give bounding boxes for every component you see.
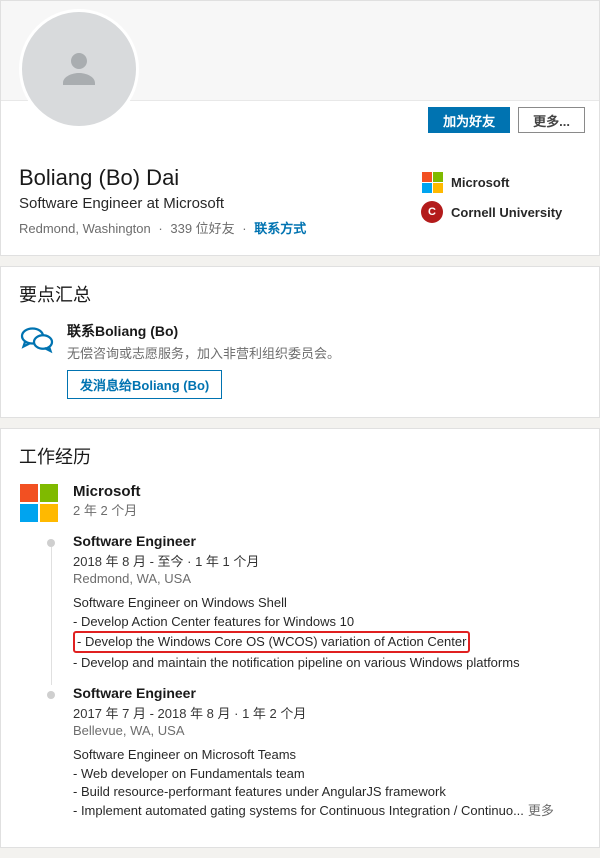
add-friend-button[interactable]: 加为好友 <box>428 107 510 133</box>
profile-location: Redmond, Washington <box>19 221 151 236</box>
role-title: Software Engineer <box>73 533 581 549</box>
microsoft-logo-icon <box>421 171 443 193</box>
highlighted-line: - Develop the Windows Core OS (WCOS) var… <box>73 631 470 653</box>
role-description: Software Engineer on Microsoft Teams- We… <box>73 746 581 819</box>
highlight-title: 联系Boliang (Bo) <box>67 321 340 341</box>
role-line: - Develop the Windows Core OS (WCOS) var… <box>73 631 581 653</box>
role-title: Software Engineer <box>73 685 581 701</box>
cornell-logo-icon: C <box>421 201 443 223</box>
profile-orgs: Microsoft C Cornell University <box>421 143 581 237</box>
role-location: Redmond, WA, USA <box>73 571 581 586</box>
profile-card: 加为好友 更多... Boliang (Bo) Dai Software Eng… <box>0 0 600 256</box>
section-title: 要点汇总 <box>19 281 581 307</box>
org-microsoft[interactable]: Microsoft <box>421 171 581 193</box>
profile-headline: Software Engineer at Microsoft <box>19 195 421 212</box>
profile-name: Boliang (Bo) Dai <box>19 165 421 191</box>
role-line: - Web developer on Fundamentals team <box>73 765 581 783</box>
experience-role: Software Engineer 2018 年 8 月 - 至今 · 1 年 1… <box>73 533 581 671</box>
role-line: - Build resource-performant features und… <box>73 783 581 801</box>
avatar[interactable] <box>19 9 139 129</box>
person-icon <box>55 45 103 93</box>
experience-section: 工作经历 Microsoft 2 年 2 个月 Software Enginee… <box>0 428 600 848</box>
chat-icon <box>19 321 55 360</box>
org-name: Microsoft <box>451 175 510 190</box>
highlights-section: 要点汇总 联系Boliang (Bo) 无偿咨询或志愿服务，加入非营利组织委员会… <box>0 266 600 418</box>
company-duration: 2 年 2 个月 <box>73 500 141 519</box>
role-location: Bellevue, WA, USA <box>73 723 581 738</box>
cover-area <box>1 1 599 101</box>
role-dates: 2017 年 7 月 - 2018 年 8 月 · 1 年 2 个月 <box>73 703 581 722</box>
company-name: Microsoft <box>73 483 141 500</box>
experience-role: Software Engineer 2017 年 7 月 - 2018 年 8 月… <box>73 685 581 819</box>
highlight-subtitle: 无偿咨询或志愿服务，加入非营利组织委员会。 <box>67 343 340 362</box>
role-line: Software Engineer on Microsoft Teams <box>73 746 581 764</box>
profile-meta: Redmond, Washington · 339 位好友 · 联系方式 <box>19 218 421 237</box>
see-more-link[interactable]: 更多 <box>528 803 554 818</box>
role-line: Software Engineer on Windows Shell <box>73 594 581 612</box>
org-name: Cornell University <box>451 205 562 220</box>
more-button[interactable]: 更多... <box>518 107 585 133</box>
experience-company[interactable]: Microsoft 2 年 2 个月 <box>19 483 581 523</box>
org-cornell[interactable]: C Cornell University <box>421 201 581 223</box>
profile-connections: 339 位好友 <box>170 221 234 236</box>
role-line: - Develop and maintain the notification … <box>73 654 581 672</box>
contact-info-link[interactable]: 联系方式 <box>254 221 306 236</box>
microsoft-logo-icon <box>19 483 59 523</box>
role-dates: 2018 年 8 月 - 至今 · 1 年 1 个月 <box>73 551 581 570</box>
role-description: Software Engineer on Windows Shell- Deve… <box>73 594 581 671</box>
role-line: - Develop Action Center features for Win… <box>73 613 581 631</box>
section-title: 工作经历 <box>19 443 581 469</box>
role-line: - Implement automated gating systems for… <box>73 802 581 820</box>
send-message-button[interactable]: 发消息给Boliang (Bo) <box>67 370 222 399</box>
